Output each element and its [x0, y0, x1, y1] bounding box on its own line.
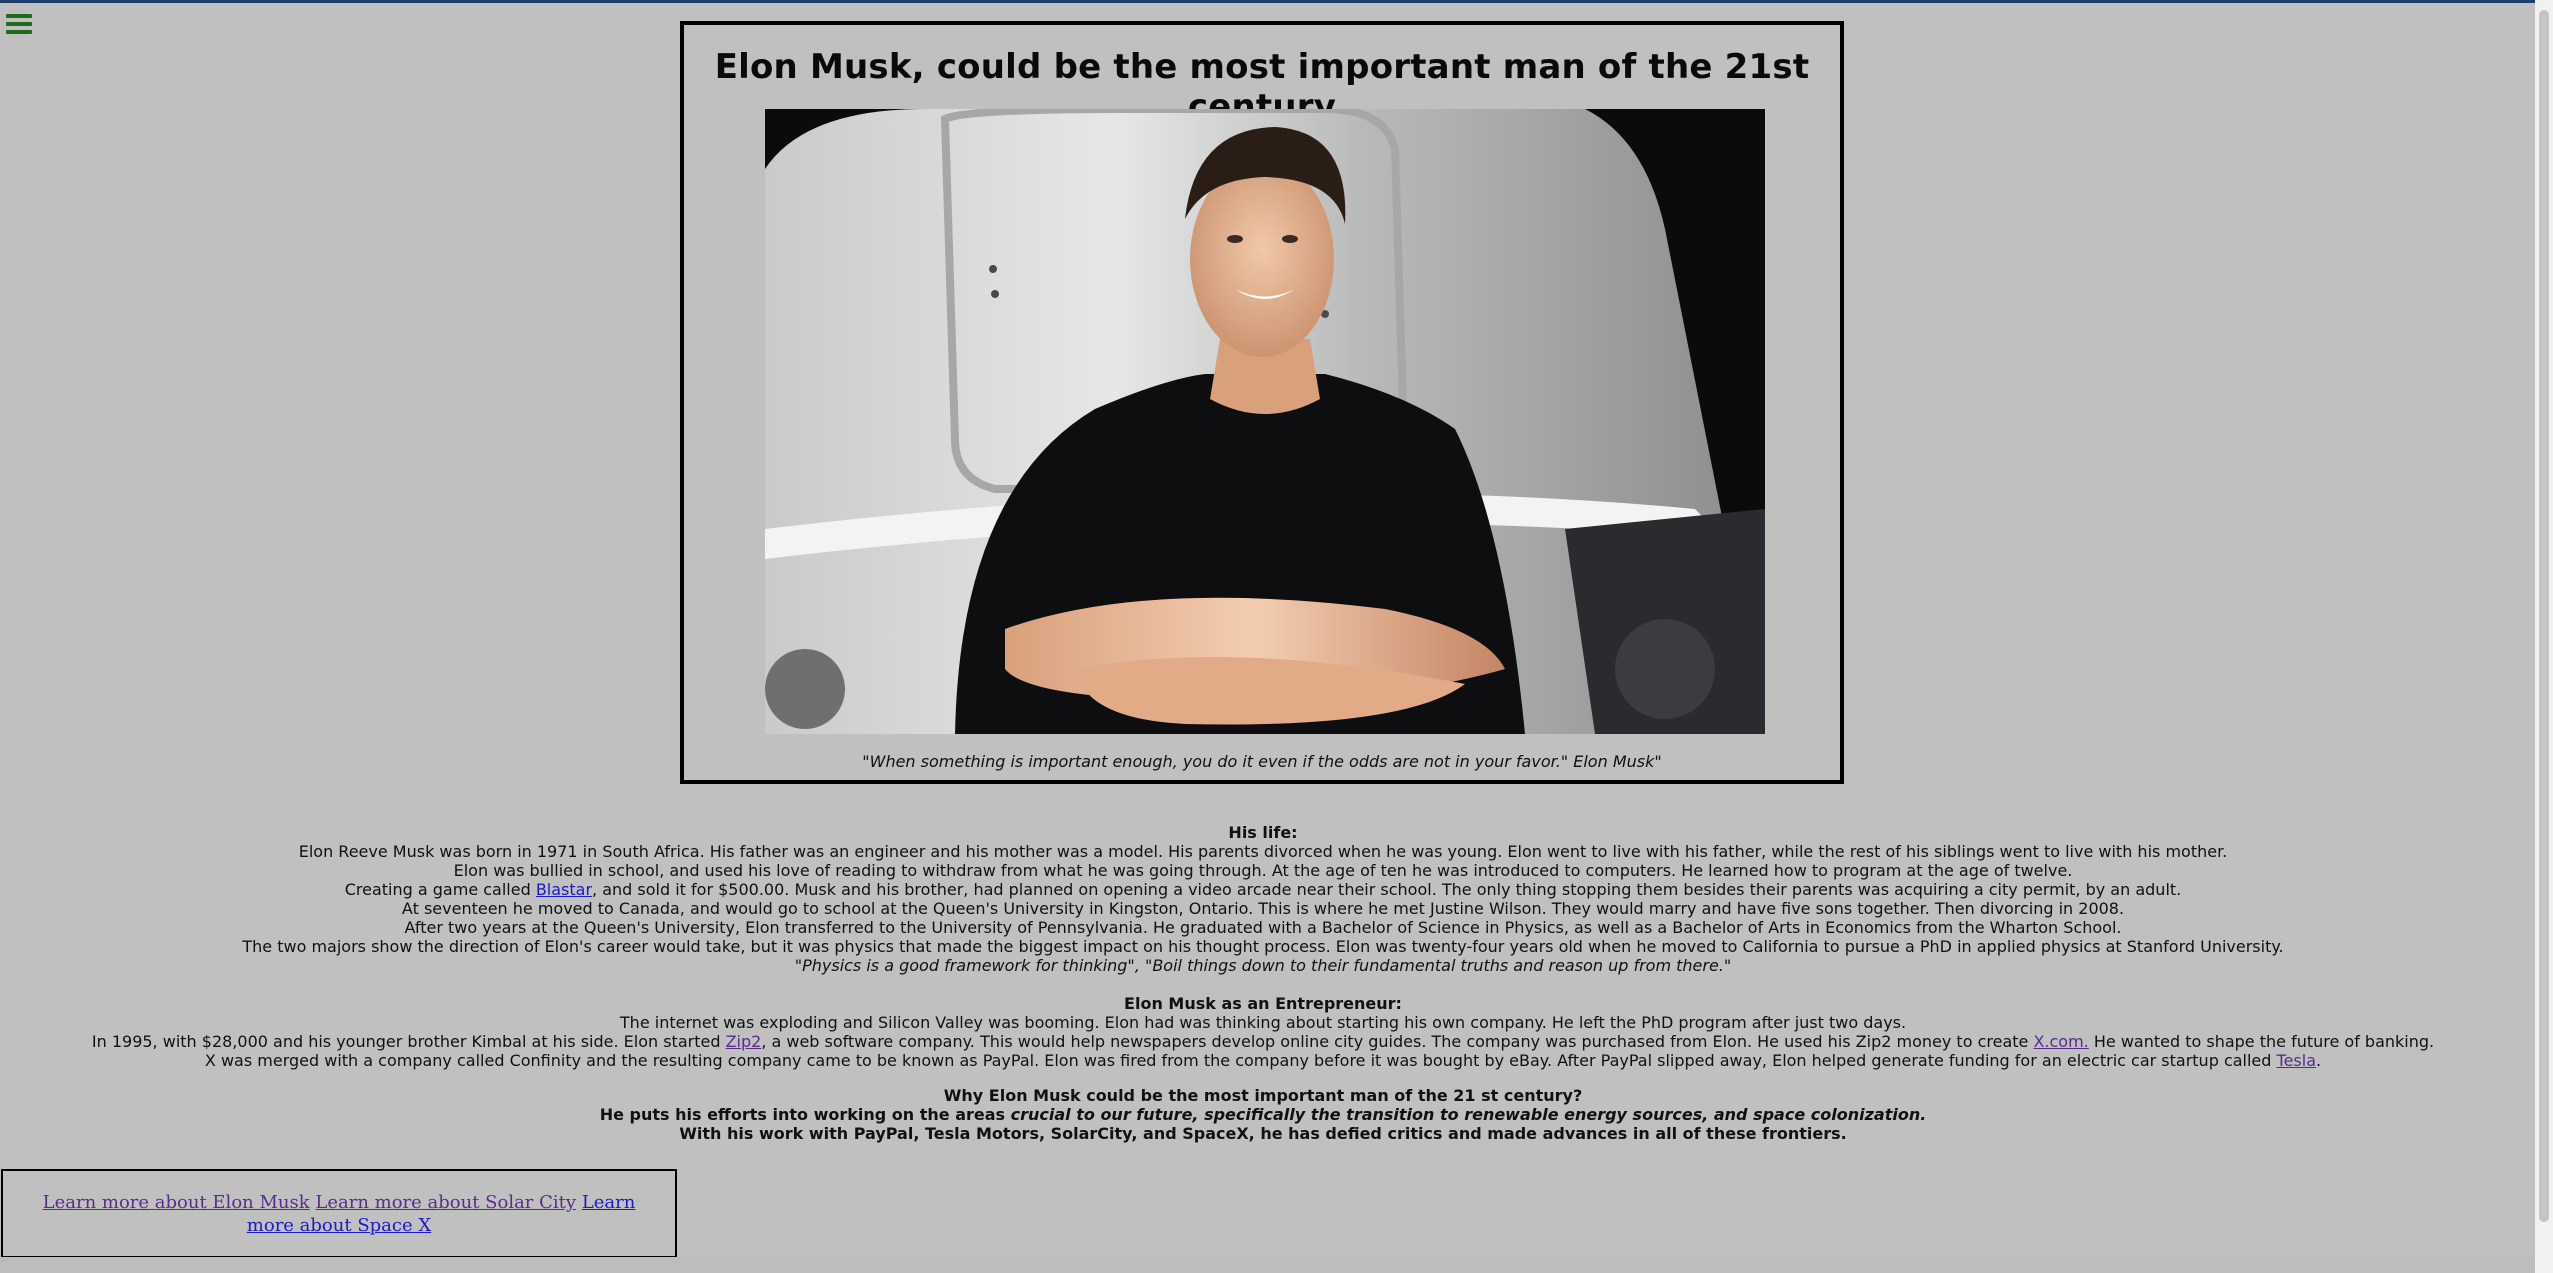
life-paragraph: The two majors show the direction of Elo…: [242, 937, 2284, 956]
text: , a web software company. This would hel…: [761, 1032, 2034, 1051]
entrepreneur-paragraph: The internet was exploding and Silicon V…: [619, 1013, 1907, 1032]
life-paragraph: Elon was bullied in school, and used his…: [453, 861, 2073, 880]
top-border: [0, 0, 2553, 3]
text: X was merged with a company called Confi…: [204, 1051, 2277, 1070]
text: He wanted to shape the future of banking…: [2088, 1032, 2435, 1051]
life-paragraph: At seventeen he moved to Canada, and wou…: [401, 899, 2125, 918]
blastar-link[interactable]: Blastar: [536, 880, 592, 899]
tesla-link[interactable]: Tesla: [2277, 1051, 2316, 1070]
hero-quote: "When something is important enough, you…: [862, 752, 1662, 771]
menu-bar: [6, 22, 32, 26]
physics-quote: "Physics is a good framework for thinkin…: [794, 956, 1732, 975]
why-heading: Why Elon Musk could be the most importan…: [943, 1086, 1583, 1105]
emphasis-text: crucial to our future, specifically the …: [1010, 1105, 1927, 1124]
entrepreneur-section: Elon Musk as an Entrepreneur: The intern…: [0, 994, 2526, 1070]
text: .: [2316, 1051, 2322, 1070]
xcom-link[interactable]: X.com.: [2033, 1032, 2088, 1051]
why-paragraph: With his work with PayPal, Tesla Motors,…: [679, 1124, 1847, 1143]
text: Creating a game called: [344, 880, 536, 899]
menu-bar: [6, 14, 32, 18]
hamburger-menu-icon[interactable]: [6, 13, 34, 35]
text: He puts his efforts into working on the …: [599, 1105, 1011, 1124]
scrollbar-thumb[interactable]: [2539, 10, 2549, 1222]
why-paragraph: He puts his efforts into working on the …: [0, 1105, 2526, 1124]
zip2-link[interactable]: Zip2: [726, 1032, 762, 1051]
photo-illustration: [765, 109, 1765, 734]
entrepreneur-paragraph: In 1995, with $28,000 and his younger br…: [0, 1032, 2526, 1051]
entrepreneur-heading: Elon Musk as an Entrepreneur:: [1124, 994, 1402, 1013]
elon-musk-photo: [765, 109, 1765, 734]
text: In 1995, with $28,000 and his younger br…: [91, 1032, 726, 1051]
learn-elon-link[interactable]: Learn more about Elon Musk: [43, 1192, 310, 1213]
life-paragraph: Creating a game called Blastar, and sold…: [0, 880, 2526, 899]
vertical-scrollbar[interactable]: [2535, 0, 2553, 1273]
text: , and sold it for $500.00. Musk and his …: [592, 880, 2182, 899]
entrepreneur-paragraph: X was merged with a company called Confi…: [0, 1051, 2526, 1070]
hero-box: Elon Musk, could be the most important m…: [680, 21, 1844, 784]
horizontal-scrollbar[interactable]: [0, 1257, 2535, 1273]
life-section: His life: Elon Reeve Musk was born in 19…: [0, 823, 2526, 975]
why-section: Why Elon Musk could be the most importan…: [0, 1086, 2526, 1143]
menu-bar: [6, 30, 32, 34]
learn-solarcity-link[interactable]: Learn more about Solar City: [315, 1192, 576, 1213]
life-heading: His life:: [1228, 823, 1298, 842]
learn-more-box: Learn more about Elon Musk Learn more ab…: [1, 1169, 677, 1258]
life-paragraph: Elon Reeve Musk was born in 1971 in Sout…: [298, 842, 2228, 861]
life-paragraph: After two years at the Queen's Universit…: [404, 918, 2122, 937]
